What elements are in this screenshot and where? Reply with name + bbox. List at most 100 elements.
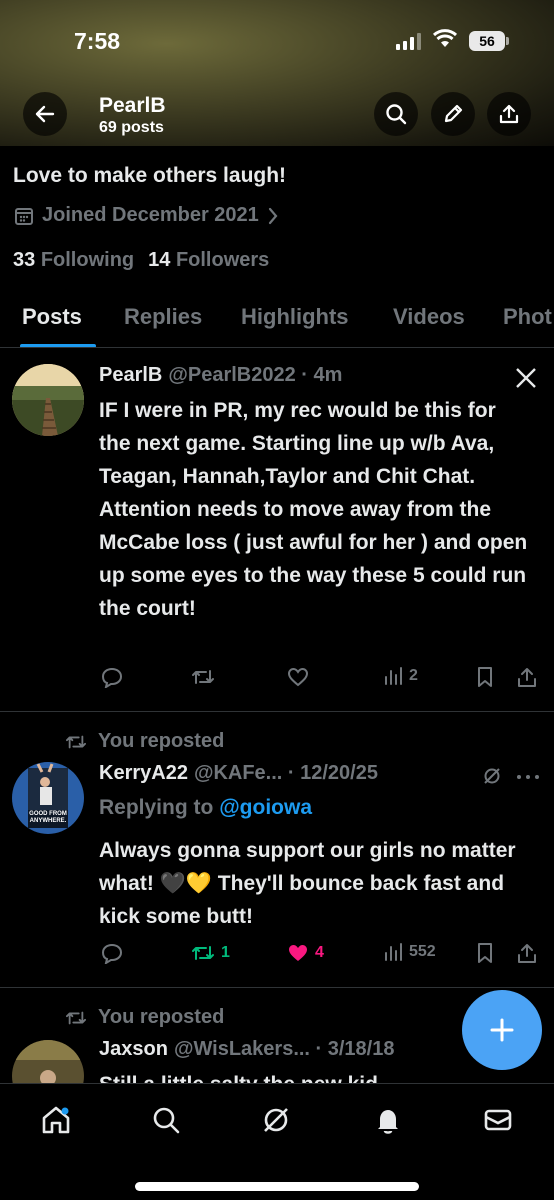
heart-filled-icon <box>289 945 307 961</box>
home-icon <box>42 1106 70 1134</box>
back-arrow-icon <box>35 105 55 123</box>
reply-button[interactable] <box>101 942 123 964</box>
bookmark-icon <box>478 667 492 687</box>
post-header: KerryA22 @KAFe... · 12/20/25 <box>99 762 378 785</box>
repost-icon <box>66 1011 86 1024</box>
bell-icon <box>378 1110 398 1134</box>
post-author-name[interactable]: PearlB <box>99 364 162 387</box>
post-author-handle[interactable]: @WisLakers... · 3/18/18 <box>174 1038 395 1061</box>
views-count: 552 <box>409 943 436 960</box>
status-bar: 7:58 56 <box>0 0 554 80</box>
calendar-icon <box>15 207 33 225</box>
post-actions: 1 4 552 <box>99 942 539 972</box>
follow-stats: 33 Following 14 Followers <box>13 249 269 272</box>
share-post-button[interactable] <box>517 666 537 688</box>
home-indicator <box>135 1182 419 1191</box>
grok-icon <box>264 1108 288 1132</box>
post-item[interactable]: You reposted GOOD FROM ANYWHERE. KerryA2… <box>0 712 554 988</box>
signal-icon <box>396 32 421 50</box>
post-header: Jaxson @WisLakers... · 3/18/18 <box>99 1038 394 1061</box>
post-text: Always gonna support our girls no matter… <box>99 839 516 928</box>
wifi-icon <box>432 28 458 53</box>
repost-icon <box>66 735 86 748</box>
tab-replies[interactable]: Replies <box>124 304 202 330</box>
following-count: 33 <box>13 249 36 271</box>
following-link[interactable]: 33 Following <box>13 249 134 272</box>
post-item[interactable]: PearlB @PearlB2022 · 4m IF I were in PR,… <box>0 348 554 712</box>
more-options-icon[interactable] <box>516 774 540 780</box>
joined-date: Joined December 2021 <box>14 204 279 227</box>
nav-search[interactable] <box>150 1104 182 1136</box>
chevron-right-icon[interactable] <box>267 207 279 225</box>
post-author-name[interactable]: Jaxson <box>99 1038 168 1061</box>
repost-indicator: You reposted <box>64 1006 224 1029</box>
edit-button[interactable] <box>431 92 475 136</box>
repost-button[interactable] <box>191 666 215 688</box>
post-author-handle[interactable]: @PearlB2022 · 4m <box>168 364 342 387</box>
envelope-icon <box>484 1109 512 1131</box>
avatar[interactable] <box>12 364 84 436</box>
plus-icon <box>490 1018 514 1042</box>
replying-to: Replying to @goiowa <box>99 796 312 820</box>
tab-videos[interactable]: Videos <box>393 304 465 330</box>
header-post-count: 69 posts <box>99 119 164 136</box>
bar-chart-icon <box>385 943 402 961</box>
replying-to-handle[interactable]: @goiowa <box>219 796 312 819</box>
views-button[interactable]: 552 <box>383 942 436 962</box>
avatar[interactable]: GOOD FROM ANYWHERE. <box>12 762 84 834</box>
repost-button[interactable]: 1 <box>191 942 230 964</box>
pencil-icon <box>444 104 463 123</box>
repost-icon <box>192 946 214 960</box>
views-button[interactable]: 2 <box>383 666 418 686</box>
profile-tabs: Posts Replies Highlights Videos Phot <box>0 290 554 348</box>
status-time: 7:58 <box>74 28 121 54</box>
nav-home[interactable] <box>40 1104 72 1136</box>
bar-chart-icon <box>385 667 402 685</box>
tab-highlights[interactable]: Highlights <box>241 304 349 330</box>
post-header: PearlB @PearlB2022 · 4m <box>99 364 342 387</box>
followers-link[interactable]: 14 Followers <box>148 249 269 272</box>
compose-button[interactable] <box>462 990 542 1070</box>
tab-photos[interactable]: Phot <box>503 304 552 330</box>
avatar[interactable] <box>12 1040 84 1083</box>
x-logo-icon <box>516 368 536 388</box>
share-post-button[interactable] <box>517 942 537 964</box>
repost-indicator: You reposted <box>64 730 224 753</box>
repost-label-text: You reposted <box>98 1006 225 1028</box>
like-button[interactable]: 4 <box>287 942 324 964</box>
header-profile-name: PearlB <box>99 94 166 117</box>
profile-bio: Love to make others laugh! <box>13 164 287 187</box>
post-author-name[interactable]: KerryA22 <box>99 762 188 785</box>
reply-button[interactable] <box>101 666 123 688</box>
like-count: 4 <box>315 944 324 961</box>
tab-posts[interactable]: Posts <box>22 304 82 330</box>
repost-icon <box>192 670 214 684</box>
post-author-handle[interactable]: @KAFe... · 12/20/25 <box>194 762 378 785</box>
post-actions: 2 <box>99 666 539 696</box>
followers-count: 14 <box>148 249 171 271</box>
bookmark-button[interactable] <box>475 666 495 688</box>
nav-notifications[interactable] <box>372 1104 404 1136</box>
reply-icon <box>101 943 123 964</box>
search-icon <box>386 104 407 125</box>
back-button[interactable] <box>23 92 67 136</box>
bookmark-icon <box>478 943 492 963</box>
repost-label-text: You reposted <box>98 730 225 752</box>
replying-to-prefix: Replying to <box>99 796 214 819</box>
followers-label: Followers <box>175 249 270 271</box>
views-count: 2 <box>409 667 418 684</box>
nav-grok[interactable] <box>260 1104 292 1136</box>
like-button[interactable] <box>287 666 309 688</box>
share-icon <box>499 104 519 124</box>
post-text: Still a little salty the new kid <box>99 1068 529 1083</box>
avatar-caption: GOOD FROM ANYWHERE. <box>29 811 67 824</box>
nav-messages[interactable] <box>482 1104 514 1136</box>
heart-outline-icon <box>287 667 309 687</box>
bookmark-button[interactable] <box>475 942 495 964</box>
share-icon <box>518 668 536 687</box>
following-label: Following <box>40 249 135 271</box>
grok-icon <box>484 768 500 784</box>
share-button[interactable] <box>487 92 531 136</box>
search-button[interactable] <box>374 92 418 136</box>
battery-icon: 56 <box>469 31 509 51</box>
